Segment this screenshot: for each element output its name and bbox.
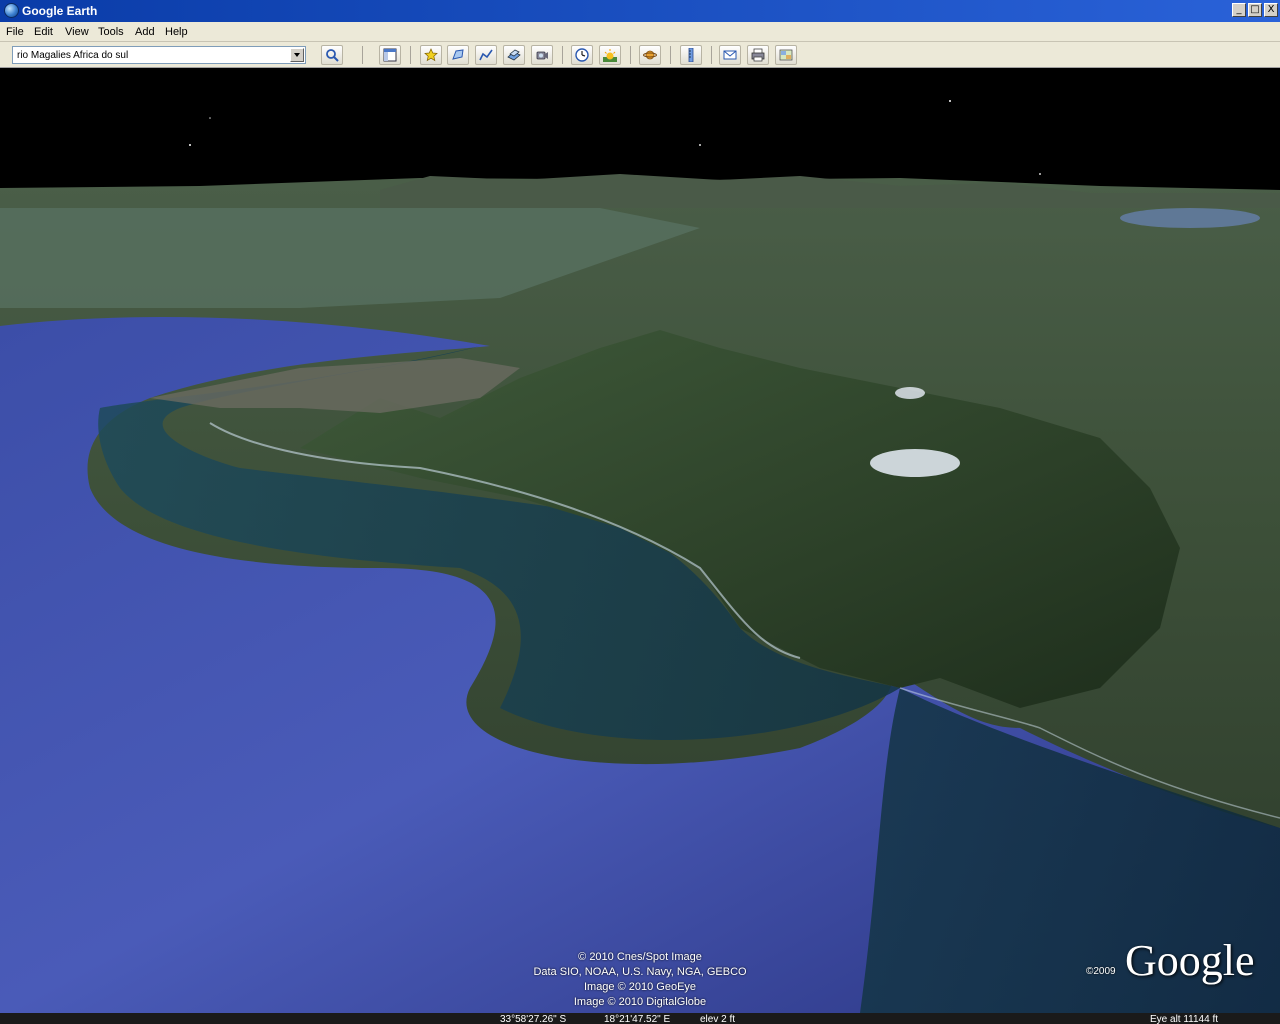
elevation-readout: elev 2 ft [700,1014,736,1024]
search-button[interactable] [321,45,343,65]
toolbar-separator [670,46,671,64]
sidebar-icon [383,48,397,62]
toolbar-separator [410,46,411,64]
imagery-credits: © 2010 Cnes/Spot Image Data SIO, NOAA, U… [500,950,780,1010]
ruler-icon [688,48,694,62]
eye-altitude-readout: Eye alt 11144 ft [1150,1014,1219,1024]
print-button[interactable] [747,45,769,65]
star [209,117,211,119]
minimize-button[interactable]: _ [1232,3,1246,17]
credit-line: Image © 2010 DigitalGlobe [573,996,707,1008]
add-image-overlay-button[interactable] [503,45,525,65]
map-viewport[interactable]: © 2010 Cnes/Spot Image Data SIO, NOAA, U… [0,68,1280,1013]
star [189,144,191,146]
record-tour-button[interactable] [531,45,553,65]
toolbar-separator [362,46,363,64]
menu-tools[interactable]: Tools [98,25,124,39]
menu-view[interactable]: View [65,25,89,39]
add-placemark-button[interactable] [420,45,442,65]
maps-icon [779,49,793,61]
star [949,100,951,102]
search-icon [326,49,339,62]
historical-imagery-button[interactable] [571,45,593,65]
sidebar-toggle-button[interactable] [379,45,401,65]
toolbar [0,42,1280,68]
add-polygon-button[interactable] [447,45,469,65]
toolbar-separator [711,46,712,64]
ruler-button[interactable] [680,45,702,65]
toolbar-separator [630,46,631,64]
credit-line: © 2010 Cnes/Spot Image [578,951,702,963]
copyright-year: ©2009 [1086,966,1116,977]
print-icon [751,48,765,62]
latitude-readout: 33°58'27.26" S [500,1014,567,1024]
email-icon [723,50,737,60]
menu-file[interactable]: File [6,25,24,39]
tour-icon [536,51,548,60]
menu-add[interactable]: Add [135,25,155,39]
toolbar-separator [562,46,563,64]
menu-help[interactable]: Help [165,25,188,39]
placemark-icon [424,48,438,62]
sunlight-button[interactable] [599,45,621,65]
longitude-readout: 18°21'47.52" E [604,1014,671,1024]
maximize-button[interactable]: □ [1248,3,1262,17]
google-logo: Google [1125,936,1255,985]
planets-icon [643,50,657,60]
distant-lake [1120,208,1260,228]
credit-line: Image © 2010 GeoEye [583,981,697,993]
search-input[interactable] [15,47,289,63]
title-bar: Google Earth _ □ X [0,0,1280,22]
earth-3d-view [0,68,1280,1013]
google-earth-logo-icon [4,3,19,18]
polygon-icon [452,49,464,60]
historical-imagery-icon [575,48,589,62]
search-combobox[interactable] [12,46,306,64]
cloud [870,449,960,477]
cloud [895,387,925,399]
view-in-maps-button[interactable] [775,45,797,65]
search-dropdown-button[interactable] [290,48,304,62]
add-path-button[interactable] [475,45,497,65]
email-button[interactable] [719,45,741,65]
overlay-icon [507,49,521,61]
sunlight-icon [603,49,617,62]
path-icon [479,49,493,61]
star [1039,173,1041,175]
credit-line: Data SIO, NOAA, U.S. Navy, NGA, GEBCO [533,966,747,978]
window-title: Google Earth [22,4,98,18]
status-bar: 33°58'27.26" S 18°21'47.52" E elev 2 ft … [0,1013,1280,1024]
switch-planets-button[interactable] [639,45,661,65]
star [699,144,701,146]
window-controls: _ □ X [1232,3,1278,17]
close-button[interactable]: X [1264,3,1278,17]
menu-edit[interactable]: Edit [34,25,53,39]
menu-bar: File Edit View Tools Add Help [0,22,1280,42]
